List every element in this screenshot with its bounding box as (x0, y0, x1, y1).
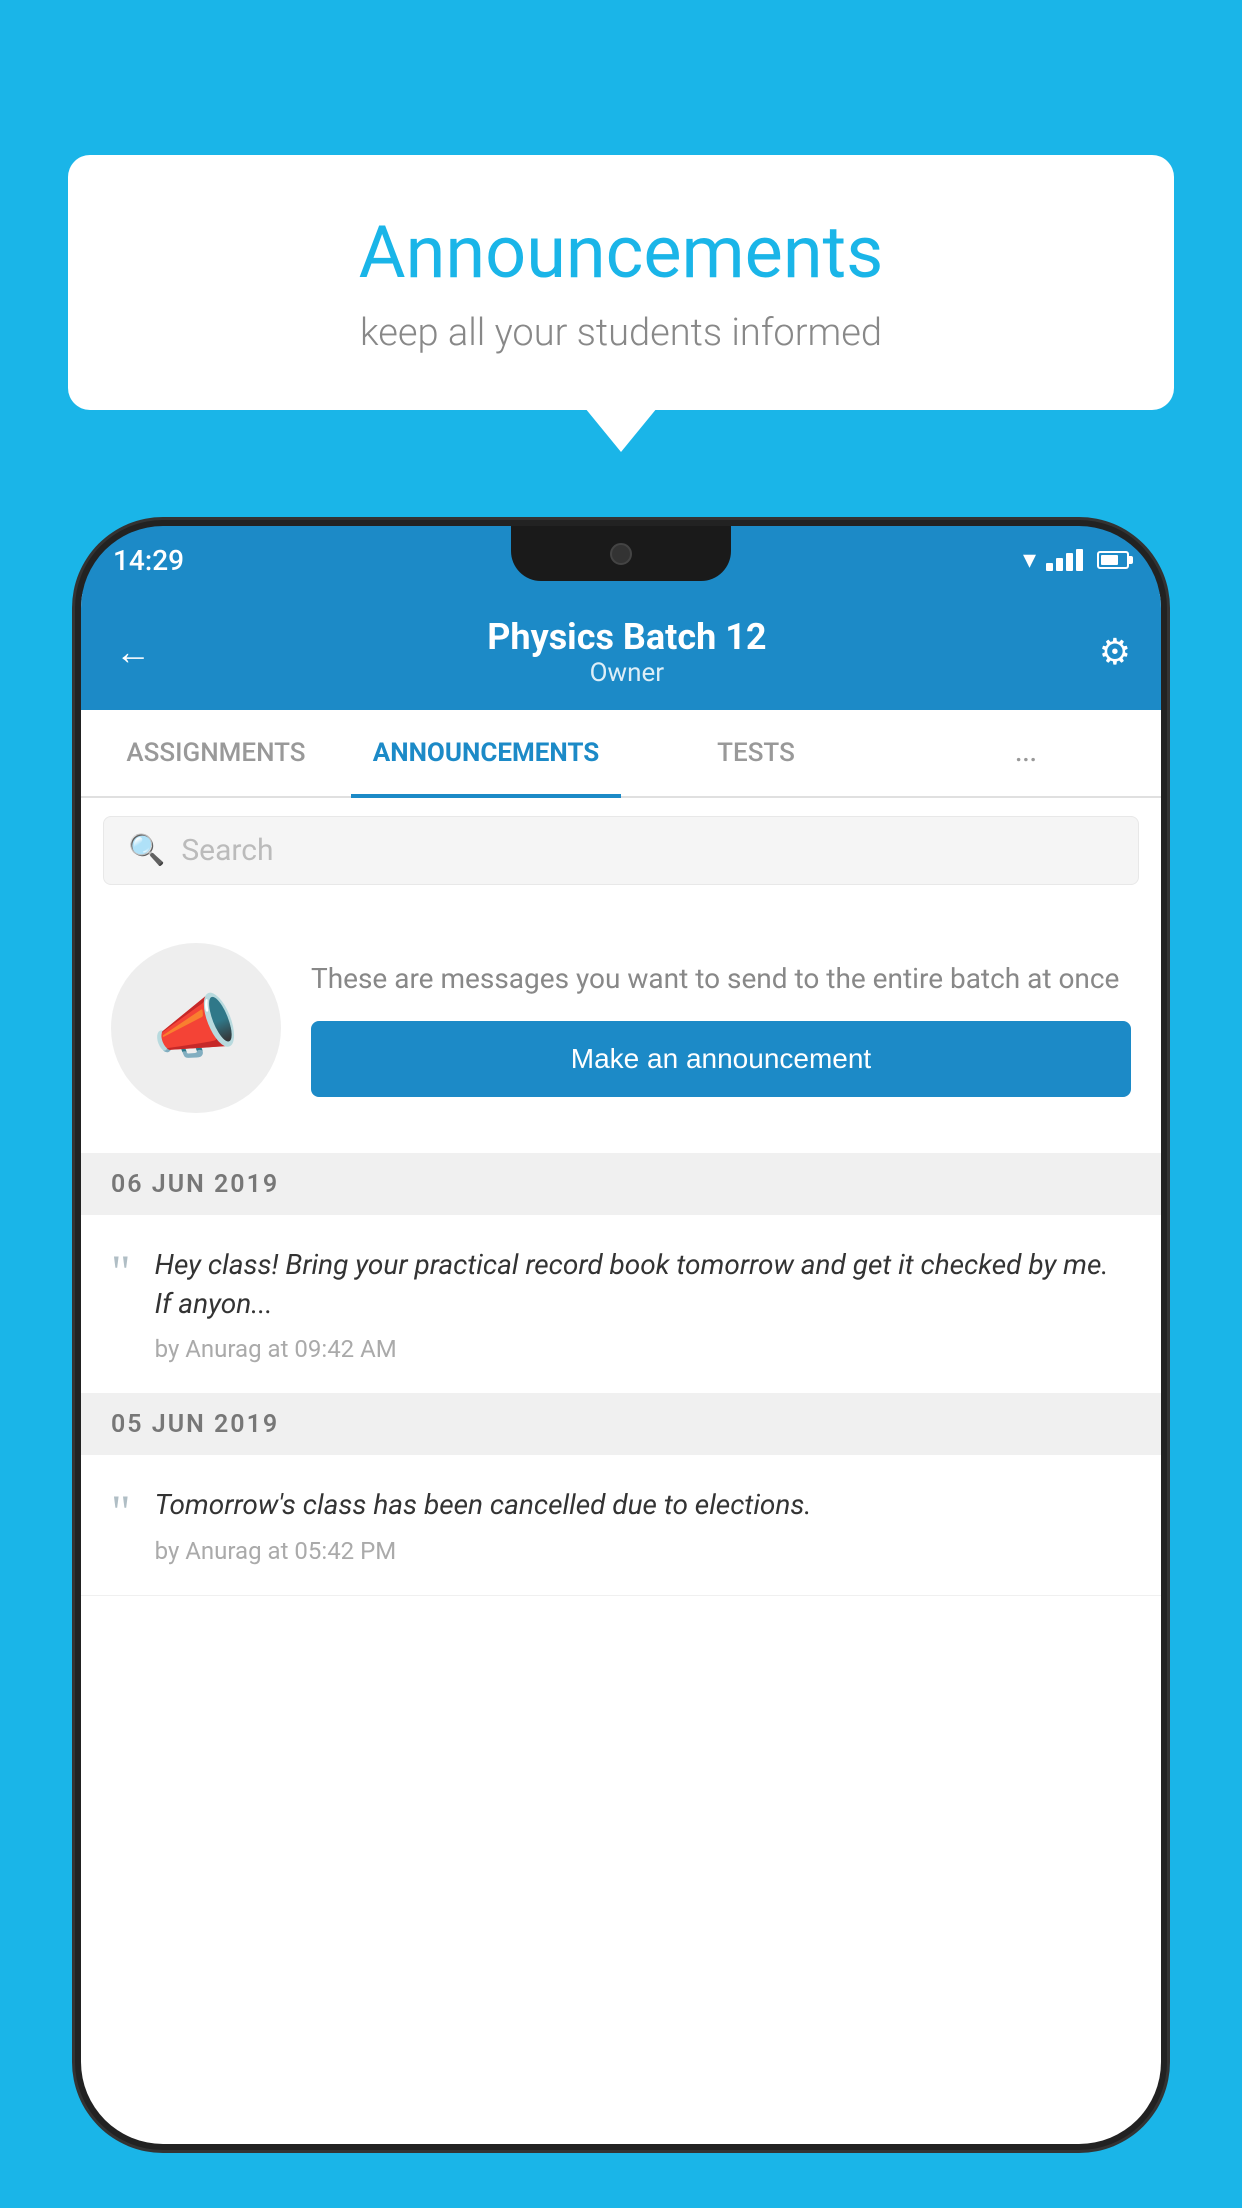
date-separator-2: 05 JUN 2019 (81, 1394, 1161, 1455)
search-bar[interactable]: 🔍 Search (103, 816, 1139, 885)
header-title: Physics Batch 12 (155, 616, 1099, 658)
search-placeholder: Search (181, 833, 273, 868)
announcement-text-block-2: Tomorrow's class has been cancelled due … (155, 1485, 1131, 1564)
bubble-subtitle: keep all your students informed (128, 311, 1114, 355)
tab-more[interactable]: ... (891, 710, 1161, 796)
announcement-item-2[interactable]: " Tomorrow's class has been cancelled du… (81, 1455, 1161, 1595)
announcement-item-1[interactable]: " Hey class! Bring your practical record… (81, 1215, 1161, 1394)
quote-icon-2: " (111, 1489, 131, 1537)
signal-icon (1046, 549, 1083, 571)
announcement-message-2: Tomorrow's class has been cancelled due … (155, 1485, 1131, 1524)
back-button[interactable]: ← (111, 627, 155, 677)
front-camera (610, 543, 632, 565)
search-icon: 🔍 (128, 833, 165, 868)
status-icons: ▾ (1023, 545, 1129, 575)
tab-tests[interactable]: TESTS (621, 710, 891, 796)
status-time: 14:29 (113, 544, 184, 577)
phone-frame: 14:29 ▾ ← Physics Batch 12 (75, 520, 1167, 2150)
gear-icon[interactable]: ⚙ (1099, 631, 1131, 673)
cta-right: These are messages you want to send to t… (311, 959, 1131, 1096)
make-announcement-button[interactable]: Make an announcement (311, 1021, 1131, 1097)
cta-description: These are messages you want to send to t… (311, 959, 1131, 998)
announcement-meta-2: by Anurag at 05:42 PM (155, 1537, 1131, 1565)
battery-icon (1097, 551, 1129, 569)
speech-bubble: Announcements keep all your students inf… (68, 155, 1174, 410)
search-container: 🔍 Search (81, 798, 1161, 903)
notch (511, 526, 731, 581)
phone-screen: ← Physics Batch 12 Owner ⚙ ASSIGNMENTS A… (81, 594, 1161, 2144)
tab-assignments[interactable]: ASSIGNMENTS (81, 710, 351, 796)
announcement-message-1: Hey class! Bring your practical record b… (155, 1245, 1131, 1323)
tabs-container: ASSIGNMENTS ANNOUNCEMENTS TESTS ... (81, 710, 1161, 798)
header-subtitle: Owner (155, 658, 1099, 688)
megaphone-icon: 📣 (152, 987, 239, 1069)
phone-container: 14:29 ▾ ← Physics Batch 12 (75, 520, 1167, 2208)
announcement-text-block-1: Hey class! Bring your practical record b… (155, 1245, 1131, 1363)
announcement-icon-circle: 📣 (111, 943, 281, 1113)
bubble-title: Announcements (128, 210, 1114, 295)
date-separator-1: 06 JUN 2019 (81, 1154, 1161, 1215)
tab-announcements[interactable]: ANNOUNCEMENTS (351, 710, 621, 796)
wifi-icon: ▾ (1023, 545, 1036, 575)
speech-bubble-section: Announcements keep all your students inf… (68, 155, 1174, 410)
app-header: ← Physics Batch 12 Owner ⚙ (81, 594, 1161, 710)
cta-section: 📣 These are messages you want to send to… (81, 903, 1161, 1154)
quote-icon-1: " (111, 1249, 131, 1297)
announcement-meta-1: by Anurag at 09:42 AM (155, 1335, 1131, 1363)
header-center: Physics Batch 12 Owner (155, 616, 1099, 688)
